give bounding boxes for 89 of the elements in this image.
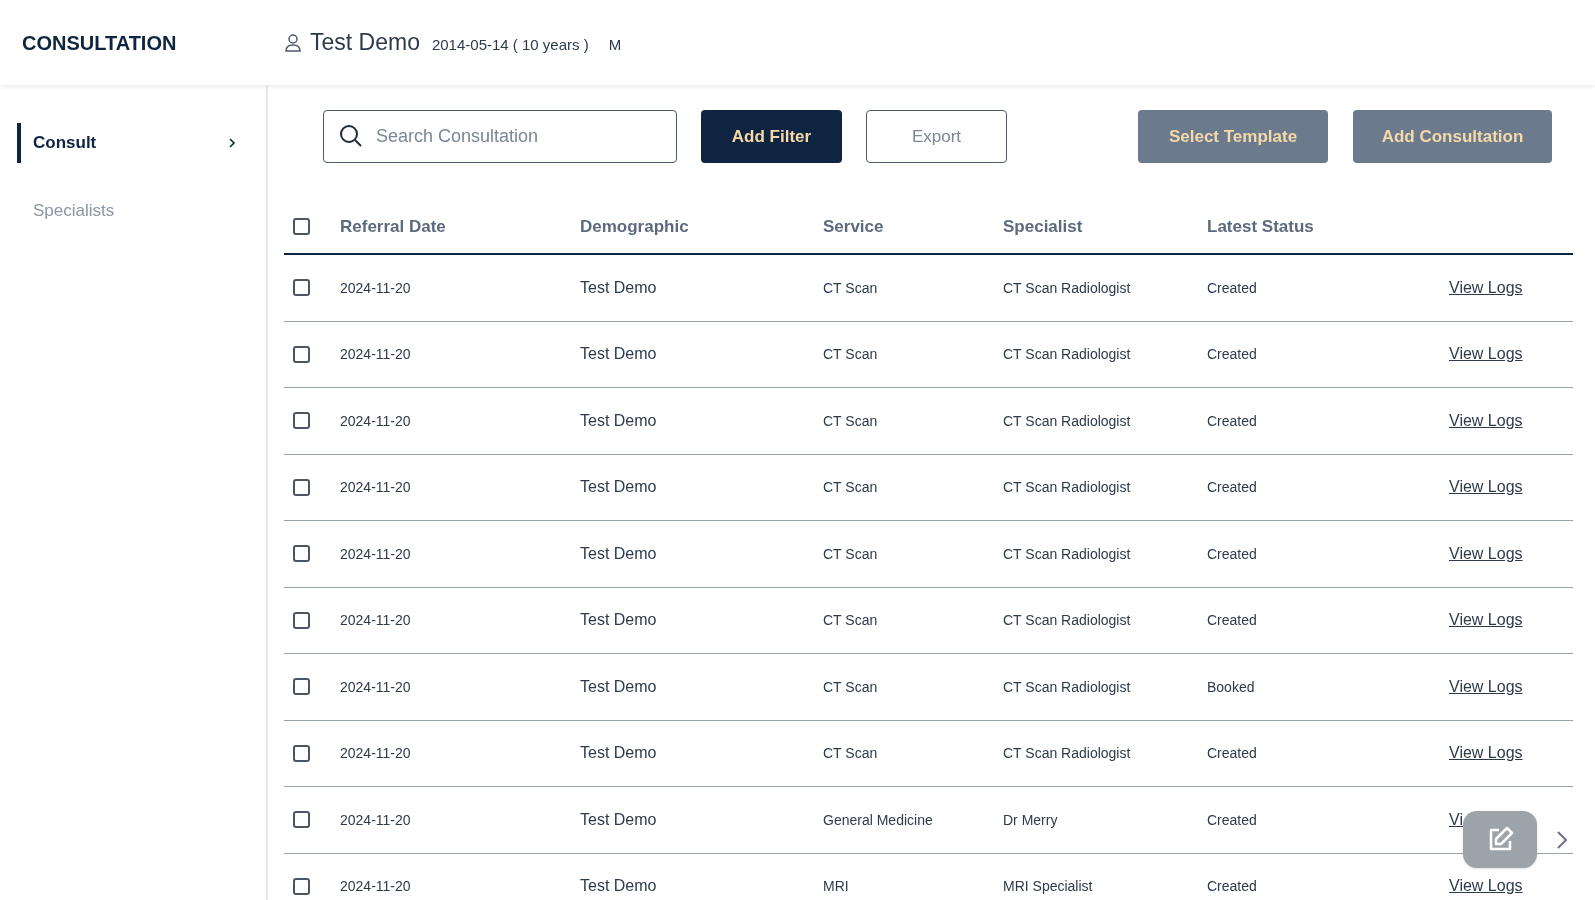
- view-logs-link[interactable]: View Logs: [1449, 677, 1523, 695]
- table-cell: CT Scan Radiologist: [1003, 279, 1131, 296]
- table-cell: Created: [1207, 811, 1257, 828]
- table-cell: CT Scan: [823, 678, 878, 695]
- table-cell: CT Scan Radiologist: [1003, 412, 1131, 429]
- view-logs-link[interactable]: View Logs: [1449, 877, 1523, 895]
- checkbox[interactable]: [293, 811, 310, 829]
- column-header: Service: [823, 216, 884, 236]
- toolbar-button[interactable]: Export: [866, 110, 1007, 163]
- checkbox[interactable]: [293, 218, 310, 235]
- table-cell: CT Scan: [823, 412, 878, 429]
- table-cell: Test Demo: [580, 345, 657, 363]
- table-cell: CT Scan Radiologist: [1003, 678, 1131, 695]
- view-logs-link[interactable]: View Logs: [1449, 411, 1523, 429]
- table-cell: Created: [1207, 745, 1257, 762]
- table-cell: Test Demo: [580, 278, 657, 296]
- table-cell: CT Scan: [823, 545, 878, 562]
- column-header: Referral Date: [340, 216, 446, 236]
- table-cell: CT Scan Radiologist: [1003, 545, 1131, 562]
- table-cell: Created: [1207, 279, 1257, 296]
- table-cell: 2024-11-20: [340, 279, 411, 296]
- table-cell: CT Scan Radiologist: [1003, 612, 1131, 629]
- search-icon: [339, 124, 363, 148]
- table-cell: CT Scan Radiologist: [1003, 346, 1131, 363]
- column-header: Demographic: [580, 216, 689, 236]
- view-logs-link[interactable]: View Logs: [1449, 345, 1523, 363]
- checkbox[interactable]: [293, 279, 310, 297]
- table-cell: CT Scan: [823, 612, 878, 629]
- table-cell: 2024-11-20: [340, 878, 411, 895]
- table-cell: CT Scan: [823, 346, 878, 363]
- app-title: CONSULTATION: [22, 31, 177, 54]
- patient-dob: 2014-05-14 ( 10 years ): [431, 35, 589, 56]
- toolbar-button[interactable]: Add Filter: [701, 110, 842, 163]
- view-logs-link[interactable]: Vi: [1449, 810, 1463, 828]
- table-cell: Test Demo: [580, 611, 657, 629]
- table-cell: Dr Merry: [1003, 811, 1058, 828]
- table-cell: Created: [1207, 412, 1257, 429]
- view-logs-link[interactable]: View Logs: [1449, 478, 1523, 496]
- checkbox[interactable]: [293, 412, 310, 430]
- edit-button[interactable]: [1463, 811, 1537, 868]
- table-cell: Created: [1207, 878, 1257, 895]
- table-cell: Test Demo: [580, 544, 657, 562]
- table-cell: 2024-11-20: [340, 412, 411, 429]
- table-cell: Test Demo: [580, 677, 657, 695]
- table-cell: CT Scan: [823, 479, 878, 496]
- table-cell: Booked: [1207, 678, 1255, 695]
- table-cell: Test Demo: [580, 478, 657, 496]
- table-cell: Test Demo: [580, 744, 657, 762]
- user-icon: [284, 32, 302, 53]
- table-cell: 2024-11-20: [340, 479, 411, 496]
- checkbox[interactable]: [293, 678, 310, 696]
- view-logs-link[interactable]: View Logs: [1449, 744, 1523, 762]
- sidebar-item[interactable]: Consult: [17, 123, 236, 163]
- table-cell: MRI Specialist: [1003, 878, 1093, 895]
- table-cell: 2024-11-20: [340, 612, 411, 629]
- view-logs-link[interactable]: View Logs: [1449, 278, 1523, 296]
- view-logs-link[interactable]: View Logs: [1449, 611, 1523, 629]
- table-cell: Test Demo: [580, 810, 657, 828]
- chevron-right-icon[interactable]: [1556, 830, 1568, 850]
- table-cell: General Medicine: [823, 811, 933, 828]
- table-cell: 2024-11-20: [340, 346, 411, 363]
- checkbox[interactable]: [293, 744, 310, 762]
- view-logs-link[interactable]: View Logs: [1449, 544, 1523, 562]
- table-cell: 2024-11-20: [340, 745, 411, 762]
- checkbox[interactable]: [293, 345, 310, 363]
- table-cell: MRI: [823, 878, 849, 895]
- chevron-right-icon: [228, 137, 236, 149]
- table-cell: CT Scan: [823, 745, 878, 762]
- patient-name: Test Demo: [310, 28, 420, 58]
- checkbox[interactable]: [293, 877, 310, 895]
- table-cell: Created: [1207, 545, 1257, 562]
- table-cell: 2024-11-20: [340, 678, 411, 695]
- table-cell: CT Scan Radiologist: [1003, 479, 1131, 496]
- search-field[interactable]: Search Consultation: [323, 110, 677, 163]
- table-cell: CT Scan Radiologist: [1003, 745, 1131, 762]
- checkbox[interactable]: [293, 478, 310, 496]
- column-header: Latest Status: [1207, 216, 1314, 236]
- checkbox[interactable]: [293, 545, 310, 563]
- table-cell: 2024-11-20: [340, 811, 411, 828]
- checkbox[interactable]: [293, 611, 310, 629]
- table-cell: 2024-11-20: [340, 545, 411, 562]
- table-cell: Test Demo: [580, 411, 657, 429]
- table-cell: Created: [1207, 612, 1257, 629]
- table-cell: Created: [1207, 479, 1257, 496]
- column-header: Specialist: [1003, 216, 1083, 236]
- table-cell: Test Demo: [580, 877, 657, 895]
- patient-sex: M: [608, 35, 622, 56]
- table-cell: Created: [1207, 346, 1257, 363]
- table-cell: CT Scan: [823, 279, 878, 296]
